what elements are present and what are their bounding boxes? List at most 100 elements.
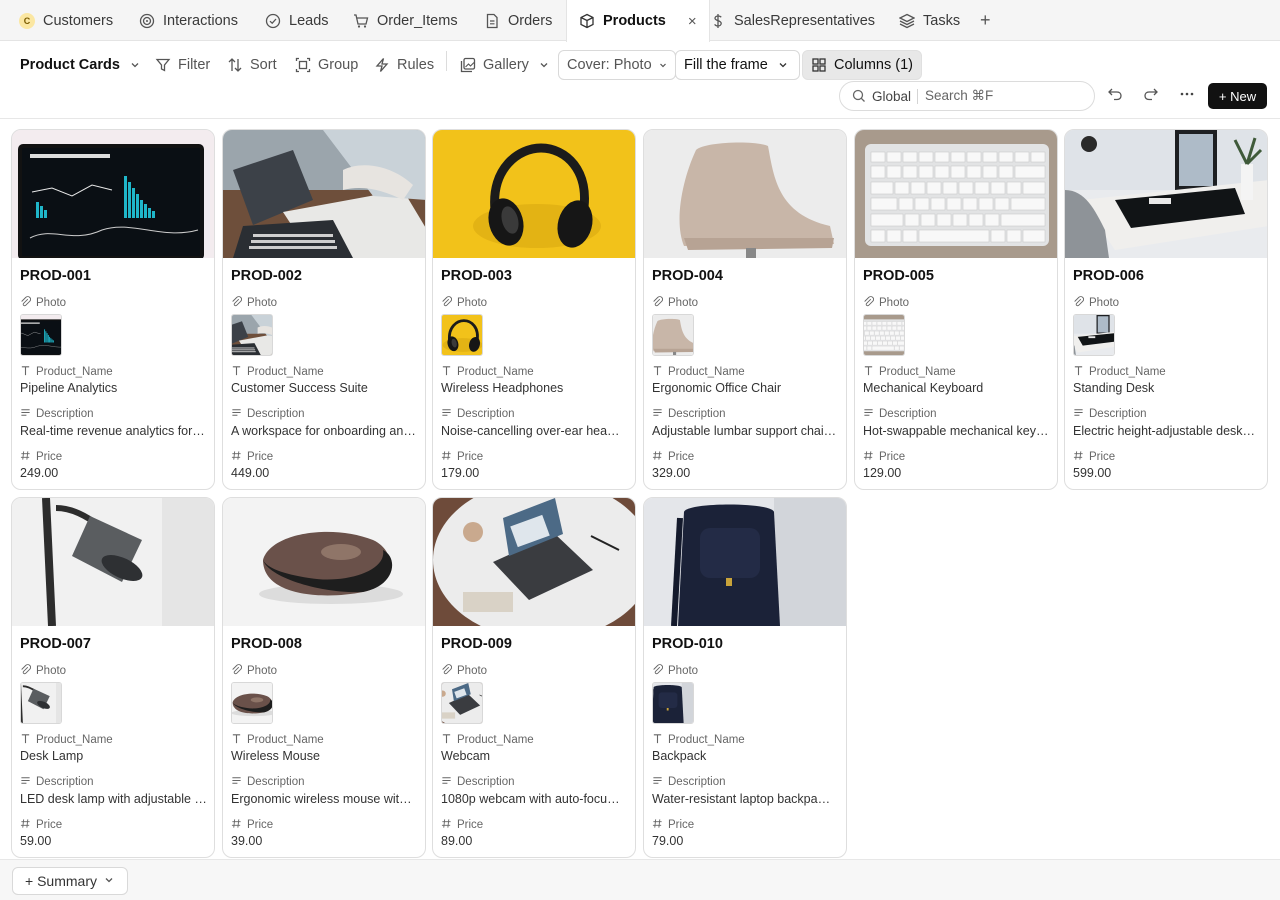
redo-button[interactable] xyxy=(1136,81,1166,111)
photo-thumbnail[interactable] xyxy=(863,314,905,356)
sort-icon xyxy=(227,57,243,73)
product-price: 129.00 xyxy=(863,466,902,480)
paperclip-icon xyxy=(652,664,664,678)
rules-button[interactable]: Rules xyxy=(374,50,434,80)
product-card[interactable]: PROD-003 Photo Product_Name Wireless Headph… xyxy=(432,129,636,490)
layout-selector[interactable]: Gallery xyxy=(460,50,552,80)
product-id: PROD-002 xyxy=(231,268,302,284)
bottom-bar: + Summary xyxy=(0,859,1280,900)
tab-orders[interactable]: Orders xyxy=(484,0,552,41)
tab-products[interactable]: Products × xyxy=(566,0,710,42)
columns-button[interactable]: Columns (1) xyxy=(802,50,922,80)
cover-field-select[interactable]: Cover: Photo xyxy=(558,50,676,80)
number-type-icon xyxy=(231,818,242,832)
product-description: Ergonomic wireless mouse wit… xyxy=(231,792,412,806)
tab-salesrepresentatives[interactable]: SalesRepresentatives xyxy=(710,0,875,41)
number-type-icon xyxy=(441,450,452,464)
product-description: 1080p webcam with auto-focu… xyxy=(441,792,620,806)
product-description: Adjustable lumbar support chai… xyxy=(652,424,837,438)
sort-button[interactable]: Sort xyxy=(227,50,277,80)
columns-label: Columns (1) xyxy=(834,57,913,73)
tab-leads[interactable]: Leads xyxy=(265,0,329,41)
product-card[interactable]: PROD-004 Photo Product_Name Ergonomic Offic… xyxy=(643,129,847,490)
sort-label: Sort xyxy=(250,57,277,73)
text-type-icon xyxy=(863,365,874,379)
field-label-text: Photo xyxy=(879,297,910,309)
undo-button[interactable] xyxy=(1100,81,1130,111)
field-label-text: Product_Name xyxy=(879,366,956,378)
search-input[interactable]: Global Search ⌘F xyxy=(839,81,1095,111)
description-field-label: Description xyxy=(863,407,937,421)
product-card[interactable]: PROD-008 Photo Product_Name Wireless Mouse D… xyxy=(222,497,426,858)
filter-button[interactable]: Filter xyxy=(155,50,210,80)
group-button[interactable]: Group xyxy=(295,50,358,80)
group-icon xyxy=(295,57,311,73)
customers-badge-icon: C xyxy=(19,12,35,29)
field-label-text: Price xyxy=(668,451,695,463)
paperclip-icon xyxy=(231,296,243,310)
photo-field-label: Photo xyxy=(441,664,487,678)
photo-thumbnail[interactable] xyxy=(652,314,694,356)
fit-label: Fill the frame xyxy=(684,57,768,73)
product-id: PROD-003 xyxy=(441,268,512,284)
tab-label: Tasks xyxy=(923,12,961,29)
close-icon[interactable]: × xyxy=(688,13,697,30)
photo-thumbnail[interactable] xyxy=(231,682,273,724)
photo-thumbnail[interactable] xyxy=(231,314,273,356)
field-label-text: Product_Name xyxy=(668,366,745,378)
product-card[interactable]: PROD-001 Photo Product_Name Pipeline Analyt… xyxy=(11,129,215,490)
summary-label: + Summary xyxy=(25,873,97,889)
description-field-label: Description xyxy=(441,407,515,421)
fit-mode-select[interactable]: Fill the frame xyxy=(675,50,800,80)
search-scope[interactable]: Global xyxy=(872,88,919,104)
description-field-label: Description xyxy=(652,407,726,421)
summary-button[interactable]: + Summary xyxy=(12,867,128,895)
search-placeholder: Search ⌘F xyxy=(925,88,994,103)
description-field-label: Description xyxy=(20,775,94,789)
long-text-icon xyxy=(231,775,242,789)
text-type-icon xyxy=(652,365,663,379)
product-card[interactable]: PROD-002 Photo Product_Name Customer Succes… xyxy=(222,129,426,490)
tab-label: Products xyxy=(603,13,666,29)
tab-interactions[interactable]: Interactions xyxy=(139,0,238,41)
product-name: Wireless Mouse xyxy=(231,749,320,763)
long-text-icon xyxy=(652,407,663,421)
product-card[interactable]: PROD-006 Photo Product_Name Standing Desk De… xyxy=(1064,129,1268,490)
text-type-icon xyxy=(20,365,31,379)
product-card[interactable]: PROD-007 Photo Product_Name Desk Lamp Descri… xyxy=(11,497,215,858)
name-field-label: Product_Name xyxy=(20,733,113,747)
photo-thumbnail[interactable] xyxy=(441,682,483,724)
photo-field-label: Photo xyxy=(863,296,909,310)
product-card[interactable]: PROD-010 Photo Product_Name Backpack Descrip… xyxy=(643,497,847,858)
name-field-label: Product_Name xyxy=(863,365,956,379)
lightning-icon xyxy=(374,57,390,73)
add-tab-button[interactable]: + xyxy=(980,0,991,41)
product-card[interactable]: PROD-005 Photo Product_Name Mechanical Keyb… xyxy=(854,129,1058,490)
product-name: Desk Lamp xyxy=(20,749,84,763)
view-name: Product Cards xyxy=(20,57,120,73)
photo-field-label: Photo xyxy=(652,664,698,678)
product-description: A workspace for onboarding an… xyxy=(231,424,416,438)
tab-order-items[interactable]: Order_Items xyxy=(353,0,458,41)
product-price: 249.00 xyxy=(20,466,59,480)
name-field-label: Product_Name xyxy=(652,365,745,379)
photo-thumbnail[interactable] xyxy=(20,682,62,724)
field-label-text: Price xyxy=(668,819,695,831)
view-selector[interactable]: Product Cards xyxy=(20,50,143,80)
paperclip-icon xyxy=(652,296,664,310)
field-label-text: Description xyxy=(36,408,94,420)
new-record-button[interactable]: + New xyxy=(1208,83,1267,109)
tab-customers[interactable]: C Customers xyxy=(19,0,113,41)
field-label-text: Price xyxy=(879,451,906,463)
cart-icon xyxy=(353,13,369,29)
tab-tasks[interactable]: Tasks xyxy=(899,0,960,41)
name-field-label: Product_Name xyxy=(652,733,745,747)
check-circle-icon xyxy=(265,13,281,29)
more-options-button[interactable] xyxy=(1172,81,1202,111)
photo-thumbnail[interactable] xyxy=(441,314,483,356)
field-label-text: Photo xyxy=(457,665,488,677)
product-card[interactable]: PROD-009 Photo Product_Name Webcam Descripti… xyxy=(432,497,636,858)
photo-thumbnail[interactable] xyxy=(1073,314,1115,356)
photo-thumbnail[interactable] xyxy=(652,682,694,724)
photo-thumbnail[interactable] xyxy=(20,314,62,356)
